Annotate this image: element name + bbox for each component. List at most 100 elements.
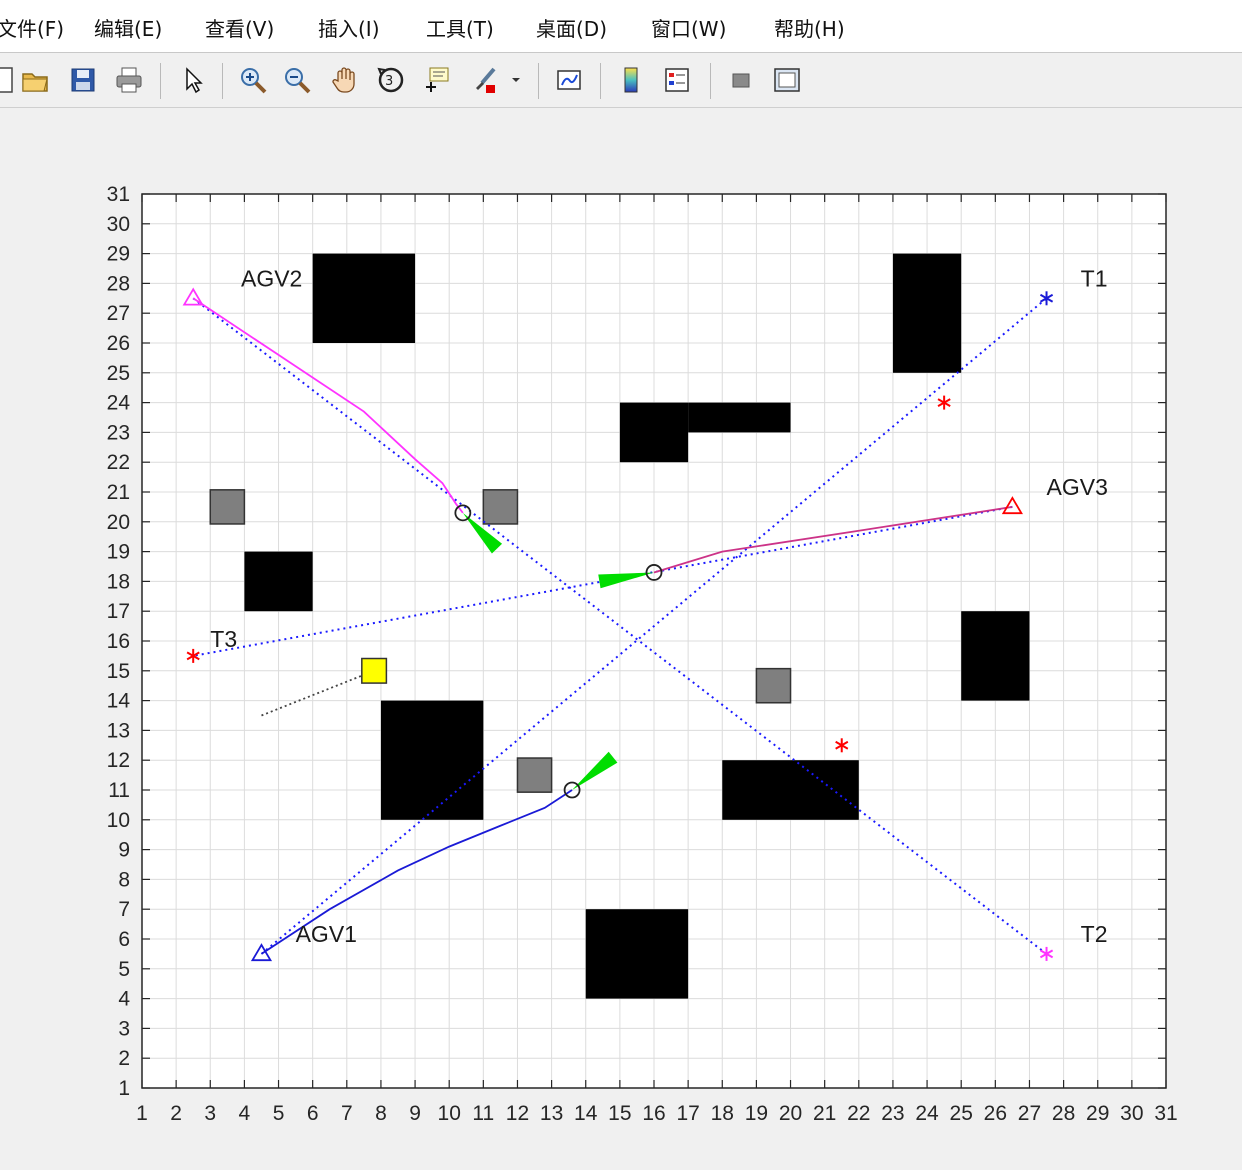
pan-hand-icon[interactable] <box>328 63 362 97</box>
y-tick-label: 21 <box>107 481 130 504</box>
obstacle <box>961 611 1030 701</box>
x-tick-label: 1 <box>136 1102 148 1125</box>
print-icon[interactable] <box>112 63 146 97</box>
dynamic-obstacle <box>482 489 519 525</box>
y-tick-label: 10 <box>107 809 130 832</box>
y-tick-label: 31 <box>107 183 130 206</box>
x-tick-label: 17 <box>676 1102 699 1125</box>
y-tick-label: 11 <box>108 779 130 802</box>
y-tick-label: 1 <box>118 1077 130 1100</box>
toolbar-separator <box>538 63 539 99</box>
obstacle <box>722 760 859 820</box>
x-tick-label: 15 <box>608 1102 631 1125</box>
y-tick-label: 29 <box>107 243 130 266</box>
x-tick-label: 27 <box>1018 1102 1041 1125</box>
y-tick-label: 30 <box>107 213 130 236</box>
brush-icon[interactable] <box>468 63 502 97</box>
x-tick-label: 5 <box>273 1102 285 1125</box>
y-tick-label: 12 <box>107 749 130 772</box>
x-tick-label: 24 <box>915 1102 939 1125</box>
new-file-icon[interactable] <box>0 63 20 97</box>
y-tick-label: 14 <box>107 690 131 713</box>
x-tick-label: 20 <box>779 1102 802 1125</box>
toolbar-separator <box>222 63 223 99</box>
path-planning-plot[interactable]: AGV1AGV2AGV3T1T2T31 2 3 4 5 6 7 8 9 10 11 12 13 14 15 1… <box>0 108 1242 1170</box>
obstacle <box>892 253 962 373</box>
y-tick-label: 23 <box>107 421 130 444</box>
menu-view[interactable]: 查看(V) <box>205 13 274 42</box>
link-plot-icon[interactable] <box>552 63 586 97</box>
data-cursor-icon[interactable] <box>420 63 454 97</box>
hide-plot-tools-icon[interactable] <box>724 63 758 97</box>
menu-edit[interactable]: 编辑(E) <box>94 13 162 42</box>
y-tick-label: 28 <box>107 272 130 295</box>
colorbar-icon[interactable] <box>614 63 648 97</box>
toolbar-separator <box>600 63 601 99</box>
menu-window[interactable]: 窗口(W) <box>651 13 726 42</box>
obstacle <box>585 909 689 999</box>
x-tick-label: 13 <box>540 1102 563 1125</box>
y-tick-label: 6 <box>118 928 130 951</box>
x-tick-label: 29 <box>1086 1102 1109 1125</box>
figure-canvas: AGV1 AGV2 AGV3 T1 T2 T3 1 2 3 4 5 6 7 8 9 10 11 12 13 14 15 1… <box>0 108 1242 1170</box>
y-tick-label: 5 <box>118 958 130 981</box>
menu-help[interactable]: 帮助(H) <box>774 13 845 42</box>
y-tick-label: 19 <box>107 541 130 564</box>
plot-label: AGV2 <box>241 265 302 291</box>
menu-insert[interactable]: 插入(I) <box>318 13 380 42</box>
x-tick-label: 28 <box>1052 1102 1075 1125</box>
y-tick-label: 22 <box>107 451 130 474</box>
plot-label: T2 <box>1081 921 1108 947</box>
y-tick-label: 25 <box>107 362 130 385</box>
rotate-3d-icon[interactable]: 3 <box>374 63 408 97</box>
y-tick-label: 15 <box>107 660 130 683</box>
obstacle <box>380 700 484 820</box>
svg-text:3: 3 <box>385 74 393 89</box>
y-tick-label: 2 <box>118 1047 130 1070</box>
y-tick-label: 27 <box>107 302 130 325</box>
x-tick-label: 26 <box>984 1102 1007 1125</box>
dynamic-obstacle <box>209 489 246 525</box>
menu-tools[interactable]: 工具(T) <box>426 13 494 42</box>
y-tick-label: 17 <box>107 600 130 623</box>
y-tick-label: 13 <box>107 719 130 742</box>
obstacle <box>244 551 313 612</box>
x-tick-label: 23 <box>881 1102 904 1125</box>
menu-desktop[interactable]: 桌面(D) <box>536 13 607 42</box>
x-tick-label: 19 <box>745 1102 768 1125</box>
zoom-in-icon[interactable] <box>236 63 270 97</box>
x-tick-label: 21 <box>813 1102 836 1125</box>
zoom-out-icon[interactable] <box>280 63 314 97</box>
dynamic-obstacle <box>755 667 792 704</box>
show-plot-tools-icon[interactable] <box>770 63 804 97</box>
y-tick-label: 20 <box>107 511 130 534</box>
pointer-icon[interactable] <box>176 63 210 97</box>
toolbar-separator <box>160 63 161 99</box>
x-tick-label: 31 <box>1154 1102 1177 1125</box>
save-icon[interactable] <box>66 63 100 97</box>
obstacle <box>619 402 689 463</box>
legend-icon[interactable] <box>660 63 694 97</box>
x-tick-label: 12 <box>506 1102 529 1125</box>
y-tick-label: 18 <box>107 570 130 593</box>
figure-toolbar: 3 <box>0 53 1242 108</box>
plot-label: AGV3 <box>1047 474 1108 500</box>
y-tick-label: 8 <box>118 868 130 891</box>
y-tick-label: 9 <box>118 839 130 862</box>
x-tick-label: 8 <box>375 1102 387 1125</box>
x-tick-label: 2 <box>170 1102 182 1125</box>
open-folder-icon[interactable] <box>18 63 52 97</box>
obstacle <box>312 253 416 343</box>
menu-bar: 文件(F) 编辑(E) 查看(V) 插入(I) 工具(T) 桌面(D) 窗口(W… <box>0 0 1242 53</box>
obstacle <box>688 402 791 433</box>
x-tick-label: 30 <box>1120 1102 1143 1125</box>
menu-file[interactable]: 文件(F) <box>0 13 64 42</box>
chevron-down-icon[interactable] <box>506 63 526 97</box>
x-tick-label: 18 <box>711 1102 734 1125</box>
plot-label: T1 <box>1081 265 1108 291</box>
x-tick-label: 3 <box>204 1102 216 1125</box>
y-tick-label: 4 <box>118 988 130 1011</box>
x-tick-label: 25 <box>950 1102 973 1125</box>
x-tick-label: 6 <box>307 1102 319 1125</box>
plot-label: T3 <box>210 626 237 652</box>
